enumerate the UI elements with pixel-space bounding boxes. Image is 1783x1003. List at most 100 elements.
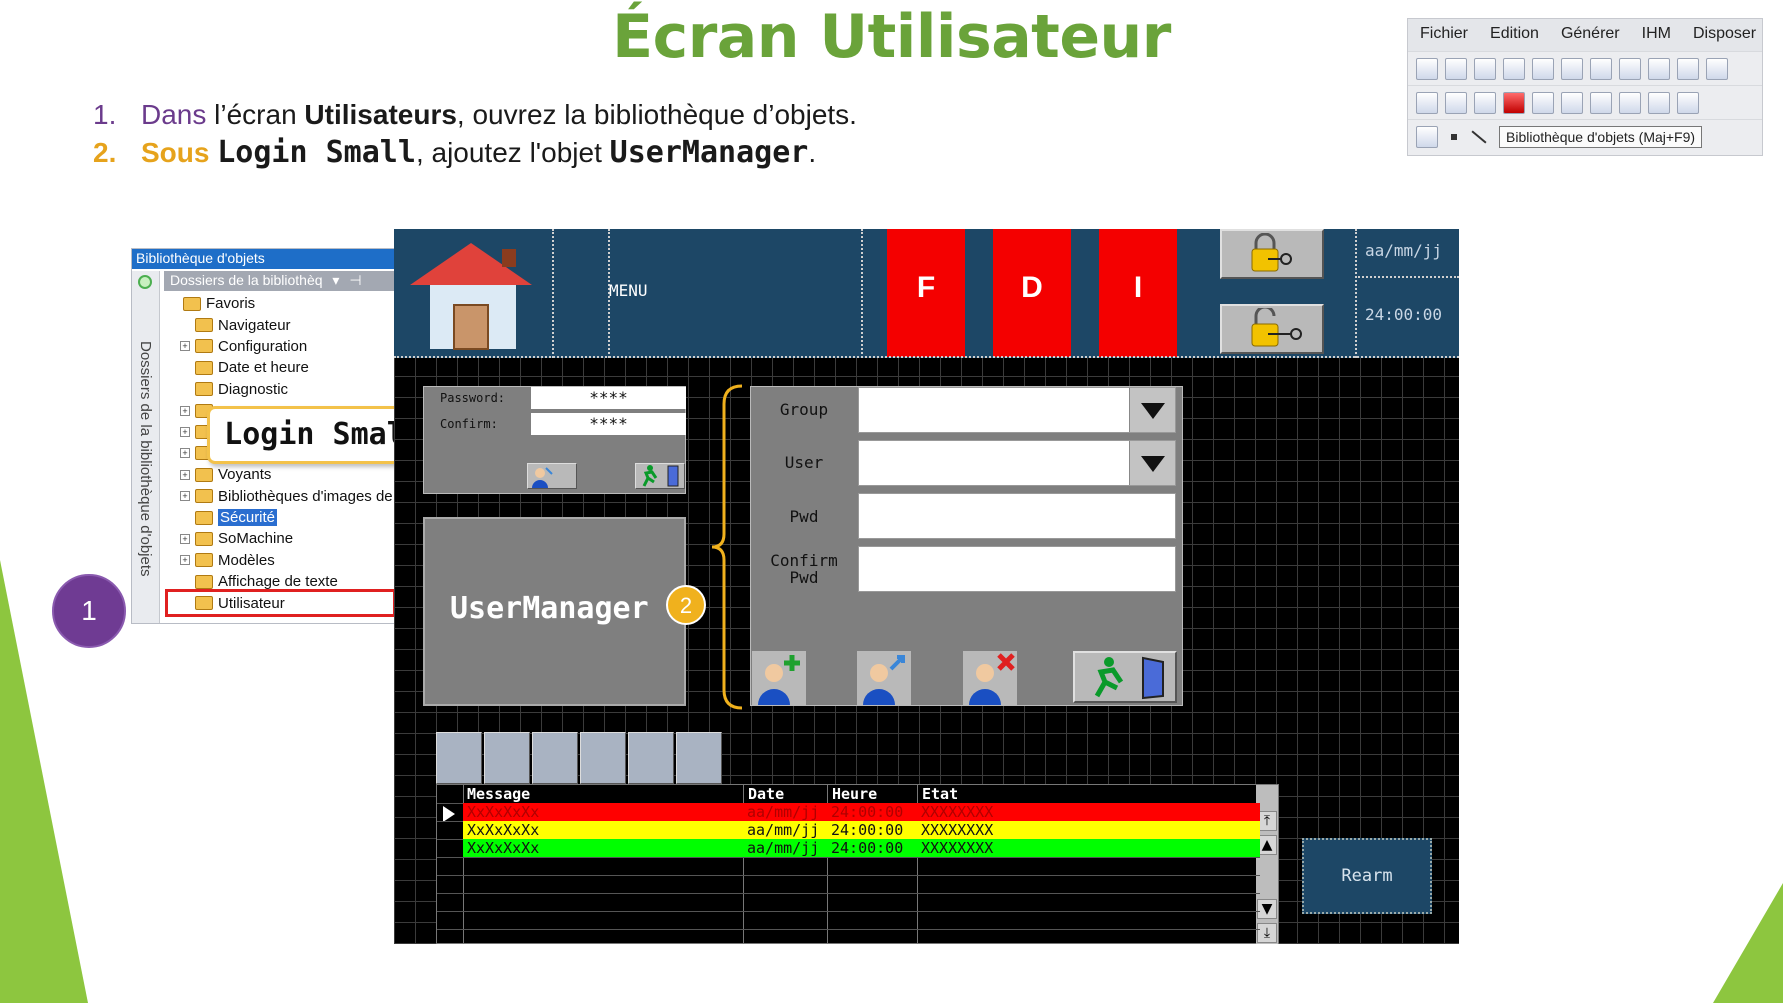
open-folder-icon[interactable] bbox=[1445, 57, 1467, 80]
layer-up-icon[interactable] bbox=[1590, 91, 1612, 114]
confirm-pwd-field[interactable] bbox=[858, 546, 1176, 592]
f-button[interactable]: F bbox=[887, 229, 965, 357]
group-icon[interactable] bbox=[1648, 91, 1670, 114]
alarm-list-icon[interactable] bbox=[1445, 91, 1467, 114]
library-tree-item[interactable]: Diagnostic bbox=[168, 379, 393, 400]
transfer-icon[interactable] bbox=[1619, 57, 1641, 80]
cut-icon[interactable] bbox=[1706, 57, 1728, 80]
ungroup-icon[interactable] bbox=[1677, 91, 1699, 114]
expand-icon[interactable]: + bbox=[180, 491, 190, 502]
page-down-icon[interactable] bbox=[676, 732, 722, 784]
undo-icon[interactable] bbox=[1648, 57, 1670, 80]
expand-icon[interactable]: + bbox=[180, 533, 190, 544]
line-tool-icon[interactable] bbox=[1471, 129, 1487, 144]
print-icon[interactable] bbox=[1503, 57, 1525, 80]
menu-ihm[interactable]: IHM bbox=[1642, 25, 1671, 51]
acknowledge-alarm-icon[interactable] bbox=[436, 732, 482, 784]
login-small-exit-button[interactable] bbox=[635, 463, 685, 489]
group-dropdown[interactable] bbox=[858, 387, 1176, 433]
user-dropdown[interactable] bbox=[858, 440, 1176, 486]
bracket-connector bbox=[711, 384, 743, 710]
library-folders-header[interactable]: Dossiers de la bibliothèq ▾ ⊣ bbox=[164, 271, 394, 291]
library-tree-item[interactable]: + Bibliothèques d'images de bbox=[168, 486, 393, 507]
pointer-icon[interactable] bbox=[1416, 125, 1438, 148]
library-tree-item[interactable]: Utilisateur bbox=[165, 589, 396, 617]
screen-grid-icon[interactable] bbox=[1416, 91, 1438, 114]
alarm-row[interactable]: XxXxXxXx aa/mm/jj 24:00:00 XXXXXXXX bbox=[463, 803, 1260, 821]
expand-icon[interactable]: + bbox=[180, 555, 190, 566]
sort-up-icon[interactable] bbox=[532, 732, 578, 784]
pin-icon[interactable]: ⊣ bbox=[349, 272, 361, 288]
library-tree-item[interactable]: Favoris bbox=[168, 293, 393, 314]
delete-user-icon[interactable] bbox=[963, 651, 1017, 705]
home-icon[interactable] bbox=[410, 235, 532, 351]
scroll-down-icon[interactable]: ▼ bbox=[1257, 899, 1277, 919]
change-password-button[interactable] bbox=[527, 463, 577, 489]
text-tool-icon[interactable] bbox=[1561, 91, 1583, 114]
alarm-row[interactable]: XxXxXxXx aa/mm/jj 24:00:00 XXXXXXXX bbox=[463, 839, 1260, 857]
chevron-down-icon[interactable] bbox=[1129, 388, 1175, 432]
alarm-cell-message: XxXxXxXx bbox=[467, 821, 540, 839]
alarm-cell-state: XXXXXXXX bbox=[921, 839, 994, 857]
sort-down-icon[interactable] bbox=[580, 732, 626, 784]
library-tree-item-label: Bibliothèques d'images de bbox=[218, 487, 393, 505]
library-folders-header-label: Dossiers de la bibliothèq bbox=[170, 272, 323, 288]
new-file-icon[interactable] bbox=[1416, 57, 1438, 80]
zoom-icon[interactable] bbox=[1474, 91, 1496, 114]
expand-icon[interactable]: + bbox=[180, 405, 190, 416]
library-tree-item[interactable]: Navigateur bbox=[168, 314, 393, 335]
column-etat[interactable]: Etat bbox=[922, 785, 958, 803]
confirm-field[interactable]: **** bbox=[531, 413, 686, 435]
d-button[interactable]: D bbox=[993, 229, 1071, 357]
library-tree-item[interactable]: Sécurité bbox=[168, 507, 393, 528]
step-2-number: 2. bbox=[93, 137, 117, 168]
library-tree-item[interactable]: Affichage de texte bbox=[168, 571, 393, 592]
pwd-field[interactable] bbox=[858, 493, 1176, 539]
chevron-down-icon[interactable]: ▾ bbox=[332, 272, 339, 288]
dot-tool-icon[interactable] bbox=[1451, 133, 1457, 140]
scroll-bottom-icon[interactable]: ⤓ bbox=[1257, 923, 1277, 943]
menu-button[interactable]: MENU bbox=[609, 281, 648, 300]
layout-icon[interactable] bbox=[1532, 91, 1554, 114]
green-triangle-left-decoration bbox=[0, 560, 88, 1003]
menu-fichier[interactable]: Fichier bbox=[1420, 25, 1468, 51]
add-user-icon[interactable] bbox=[752, 651, 806, 705]
menu-generer[interactable]: Générer bbox=[1561, 25, 1620, 51]
alarm-cell-date: aa/mm/jj bbox=[747, 803, 820, 821]
expand-icon[interactable]: + bbox=[180, 469, 190, 480]
column-date[interactable]: Date bbox=[748, 785, 784, 803]
login-lock-button[interactable] bbox=[1220, 229, 1324, 279]
save-icon[interactable] bbox=[1474, 57, 1496, 80]
scroll-top-icon[interactable]: ⤒ bbox=[1257, 811, 1277, 831]
object-library-icon[interactable] bbox=[1503, 91, 1525, 114]
library-tree-item[interactable]: + Modèles bbox=[168, 550, 393, 571]
scroll-up-icon[interactable]: ▲ bbox=[1257, 835, 1277, 855]
column-heure[interactable]: Heure bbox=[832, 785, 877, 803]
menu-edition[interactable]: Edition bbox=[1490, 25, 1539, 51]
rearm-button[interactable]: Rearm bbox=[1302, 838, 1432, 914]
download-icon[interactable] bbox=[1590, 57, 1612, 80]
library-tree-item[interactable]: + Configuration bbox=[168, 336, 393, 357]
redo-icon[interactable] bbox=[1677, 57, 1699, 80]
library-tree-item[interactable]: + SoMachine bbox=[168, 528, 393, 549]
library-tree-item[interactable]: Date et heure bbox=[168, 357, 393, 378]
chevron-down-icon[interactable] bbox=[1129, 441, 1175, 485]
expand-icon[interactable]: + bbox=[180, 341, 190, 352]
layer-down-icon[interactable] bbox=[1619, 91, 1641, 114]
acknowledge-all-icon[interactable] bbox=[484, 732, 530, 784]
edit-user-icon[interactable] bbox=[857, 651, 911, 705]
library-tree-item[interactable]: + Voyants bbox=[168, 464, 393, 485]
menu-disposer[interactable]: Disposer bbox=[1693, 25, 1756, 51]
expand-icon[interactable]: + bbox=[180, 427, 190, 438]
checklist-icon[interactable] bbox=[1532, 57, 1554, 80]
page-up-icon[interactable] bbox=[628, 732, 674, 784]
logout-lock-button[interactable] bbox=[1220, 304, 1324, 354]
form-exit-button[interactable] bbox=[1073, 651, 1177, 703]
i-button[interactable]: I bbox=[1099, 229, 1177, 357]
alarm-row[interactable]: XxXxXxXx aa/mm/jj 24:00:00 XXXXXXXX bbox=[463, 821, 1260, 839]
password-field[interactable]: **** bbox=[531, 387, 686, 409]
build-icon[interactable] bbox=[1561, 57, 1583, 80]
expand-icon[interactable]: + bbox=[180, 448, 190, 459]
column-message[interactable]: Message bbox=[467, 785, 530, 803]
library-side-tab[interactable]: Dossiers de la bibliothèque d'objets bbox=[132, 271, 160, 623]
